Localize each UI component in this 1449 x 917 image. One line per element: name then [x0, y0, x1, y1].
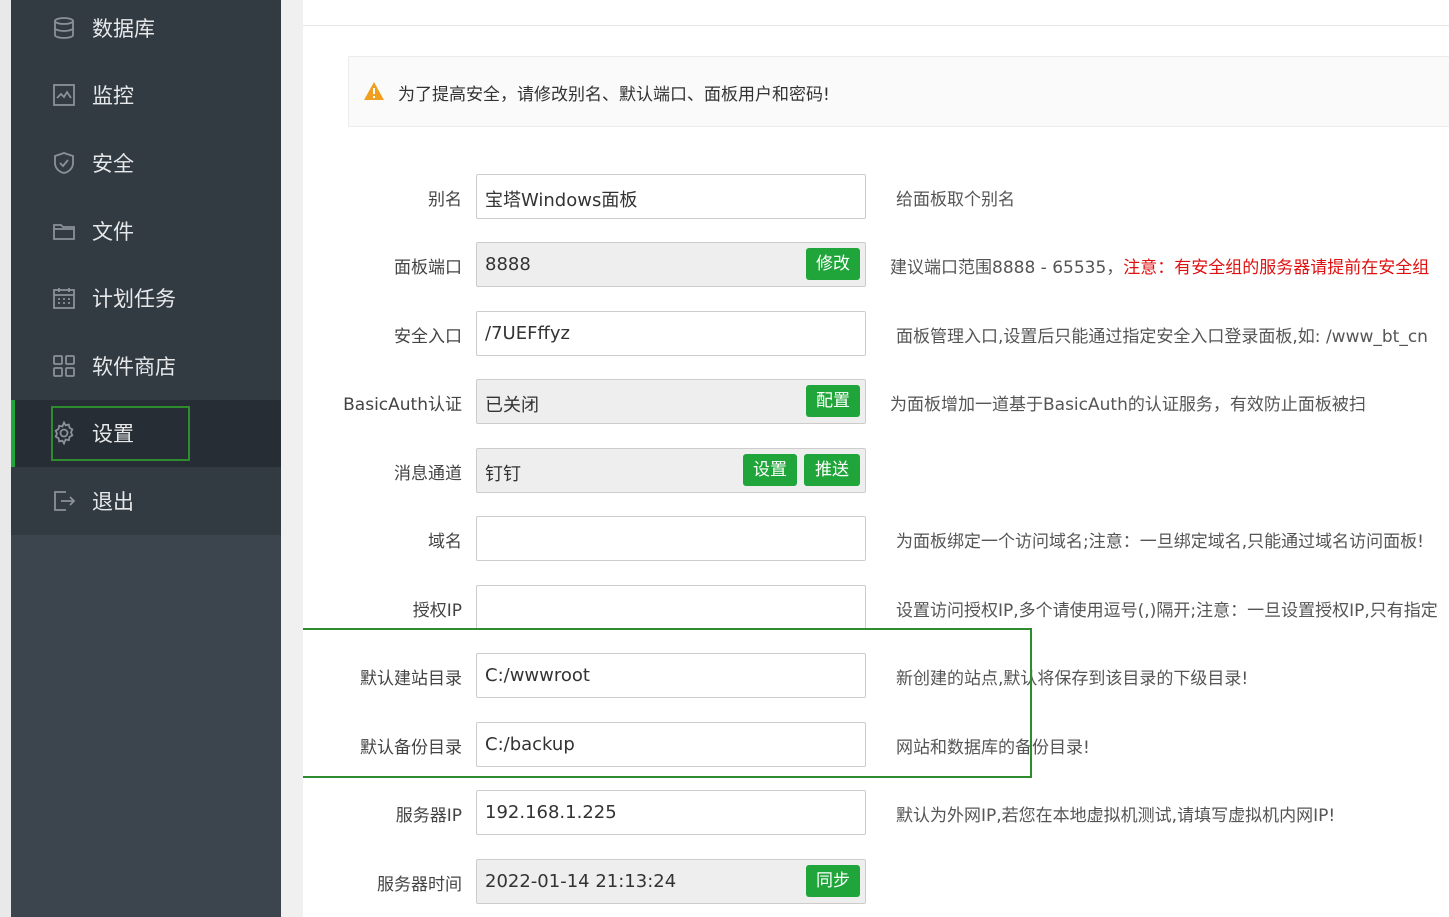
- field-hint: 设置访问授权IP,多个请使用逗号(,)隔开;注意：一旦设置授权IP,只有指定: [896, 601, 1438, 621]
- field-label: 别名: [428, 190, 462, 210]
- backup-dir-input[interactable]: C:/backup: [476, 722, 866, 767]
- sidebar: 数据库 监控 安全 文件 计划任务 软件商店 设置 退出: [11, 0, 281, 917]
- sidebar-item-label: 监控: [92, 84, 134, 109]
- sidebar-item-label: 计划任务: [92, 287, 176, 312]
- field-hint: 给面板取个别名: [896, 190, 1015, 210]
- modify-port-button[interactable]: 修改: [806, 248, 860, 280]
- page-title-fragment: 一: [328, 0, 374, 2]
- field-hint: 为面板增加一道基于BasicAuth的认证服务，有效防止面板被扫: [890, 395, 1366, 415]
- database-icon: [54, 16, 74, 39]
- sidebar-item-logout[interactable]: 退出: [11, 467, 281, 535]
- sidebar-item-store[interactable]: 软件商店: [11, 332, 281, 400]
- entry-input[interactable]: /7UEFffyz: [476, 311, 866, 356]
- warning-icon: [364, 82, 384, 100]
- field-label: 默认建站目录: [360, 669, 462, 689]
- field-label: 服务器时间: [377, 875, 462, 895]
- basicauth-config-button[interactable]: 配置: [806, 385, 860, 417]
- field-hint: 建议端口范围8888 - 65535，注意：有安全组的服务器请提前在安全组: [890, 258, 1430, 278]
- sidebar-item-label: 安全: [92, 151, 134, 176]
- field-hint-warning: 注意：有安全组的服务器请提前在安全组: [1123, 258, 1430, 278]
- notice-text: 为了提高安全，请修改别名、默认端口、面板用户和密码!: [398, 85, 830, 105]
- field-entry: 安全入口 /7UEFffyz 面板管理入口,设置后只能通过指定安全入口登录面板,…: [303, 311, 1449, 357]
- security-notice: 为了提高安全，请修改别名、默认端口、面板用户和密码!: [348, 56, 1449, 127]
- field-alias: 别名 宝塔Windows面板 给面板取个别名: [303, 174, 1449, 220]
- field-backup-dir: 默认备份目录 C:/backup 网站和数据库的备份目录!: [303, 722, 1449, 768]
- field-server-ip: 服务器IP 192.168.1.225 默认为外网IP,若您在本地虚拟机测试,请…: [303, 790, 1449, 836]
- field-label: 默认备份目录: [360, 738, 462, 758]
- field-hint: 新创建的站点,默认将保存到该目录的下级目录!: [896, 669, 1249, 689]
- sidebar-item-label: 设置: [92, 422, 134, 447]
- field-message: 消息通道 钉钉 设置 推送: [303, 448, 1449, 494]
- sidebar-item-label: 数据库: [92, 16, 155, 41]
- field-hint: 网站和数据库的备份目录!: [896, 738, 1090, 758]
- monitor-icon: [53, 84, 75, 107]
- field-label: BasicAuth认证: [343, 395, 462, 415]
- field-server-time: 服务器时间 2022-01-14 21:13:24 同步: [303, 859, 1449, 905]
- field-port: 面板端口 8888 修改 建议端口范围8888 - 65535，注意：有安全组的…: [303, 242, 1449, 288]
- auth-ip-input[interactable]: [476, 585, 866, 630]
- alias-input[interactable]: 宝塔Windows面板: [476, 174, 866, 219]
- sidebar-item-label: 退出: [92, 489, 134, 514]
- field-label: 授权IP: [412, 601, 462, 621]
- shield-icon: [54, 152, 74, 174]
- domain-input[interactable]: [476, 516, 866, 561]
- field-site-dir: 默认建站目录 C:/wwwroot 新创建的站点,默认将保存到该目录的下级目录!: [303, 653, 1449, 699]
- server-ip-input[interactable]: 192.168.1.225: [476, 790, 866, 835]
- main-panel: 一 为了提高安全，请修改别名、默认端口、面板用户和密码! 别名 宝塔Window…: [303, 0, 1449, 917]
- field-label: 面板端口: [394, 258, 462, 278]
- field-label: 消息通道: [394, 464, 462, 484]
- grid-icon: [53, 354, 75, 377]
- sidebar-item-monitor[interactable]: 监控: [11, 62, 281, 130]
- message-push-button[interactable]: 推送: [804, 454, 860, 486]
- calendar-icon: [53, 288, 75, 310]
- divider: [303, 25, 1449, 26]
- field-label: 服务器IP: [395, 806, 462, 826]
- folder-icon: [53, 223, 75, 240]
- sidebar-item-settings[interactable]: 设置: [11, 399, 281, 468]
- field-domain: 域名 为面板绑定一个访问域名;注意：一旦绑定域名,只能通过域名访问面板!: [303, 516, 1449, 562]
- field-hint: 为面板绑定一个访问域名;注意：一旦绑定域名,只能通过域名访问面板!: [896, 532, 1424, 552]
- left-gutter: [0, 0, 11, 917]
- sidebar-item-files[interactable]: 文件: [11, 197, 281, 265]
- sidebar-item-security[interactable]: 安全: [11, 129, 281, 197]
- sidebar-nav: 数据库 监控 安全 文件 计划任务 软件商店 设置 退出: [11, 0, 281, 535]
- field-label: 安全入口: [394, 327, 462, 347]
- gear-icon: [54, 421, 74, 446]
- site-dir-input[interactable]: C:/wwwroot: [476, 653, 866, 698]
- field-auth-ip: 授权IP 设置访问授权IP,多个请使用逗号(,)隔开;注意：一旦设置授权IP,只…: [303, 585, 1449, 631]
- sidebar-item-database[interactable]: 数据库: [11, 0, 281, 62]
- sync-time-button[interactable]: 同步: [806, 865, 860, 897]
- sidebar-item-cron[interactable]: 计划任务: [11, 264, 281, 332]
- sidebar-item-label: 软件商店: [92, 354, 176, 379]
- field-hint: 面板管理入口,设置后只能通过指定安全入口登录面板,如: /www_bt_cn: [896, 327, 1428, 347]
- message-settings-button[interactable]: 设置: [743, 454, 797, 486]
- field-label: 域名: [428, 532, 462, 552]
- content-gap: [281, 0, 303, 917]
- logout-icon: [54, 491, 76, 511]
- field-basicauth: BasicAuth认证 已关闭 配置 为面板增加一道基于BasicAuth的认证…: [303, 379, 1449, 425]
- sidebar-item-label: 文件: [92, 219, 134, 244]
- field-hint: 默认为外网IP,若您在本地虚拟机测试,请填写虚拟机内网IP!: [896, 806, 1336, 826]
